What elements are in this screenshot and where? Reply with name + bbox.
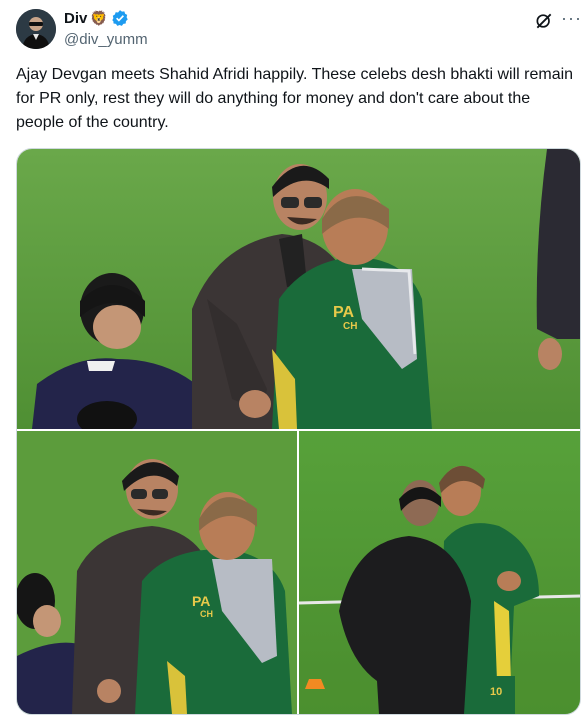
grok-icon[interactable] — [534, 11, 554, 31]
tweet-text: Ajay Devgan meets Shahid Afridi happily.… — [16, 66, 574, 131]
author-name-row: Div 🦁 — [64, 9, 129, 27]
more-options-icon[interactable]: ··· — [561, 8, 582, 29]
jersey-text-left-1: PA — [192, 593, 210, 609]
jersey-text-top-1: PA — [333, 304, 354, 321]
jersey-text-top-2: CH — [343, 321, 357, 332]
lion-emoji: 🦁 — [90, 10, 108, 26]
jersey-text-left-2: CH — [200, 609, 213, 619]
jersey-number: 10 — [490, 686, 502, 698]
author-handle[interactable]: @div_yumm — [64, 31, 148, 48]
media-divider-vertical — [297, 431, 299, 714]
author-name[interactable]: Div — [64, 10, 87, 27]
tweet-post: Div 🦁 @div_yumm ··· Ajay Devgan meets Sh… — [0, 0, 588, 715]
media-grid: PA CH PA CH 10 — [16, 148, 581, 715]
photo-bottom-left[interactable]: PA CH — [17, 431, 297, 714]
photo-top[interactable]: PA CH — [17, 149, 580, 429]
author-avatar[interactable] — [16, 9, 56, 49]
photo-bottom-right[interactable]: 10 — [299, 431, 580, 714]
verified-badge-icon — [112, 10, 128, 26]
